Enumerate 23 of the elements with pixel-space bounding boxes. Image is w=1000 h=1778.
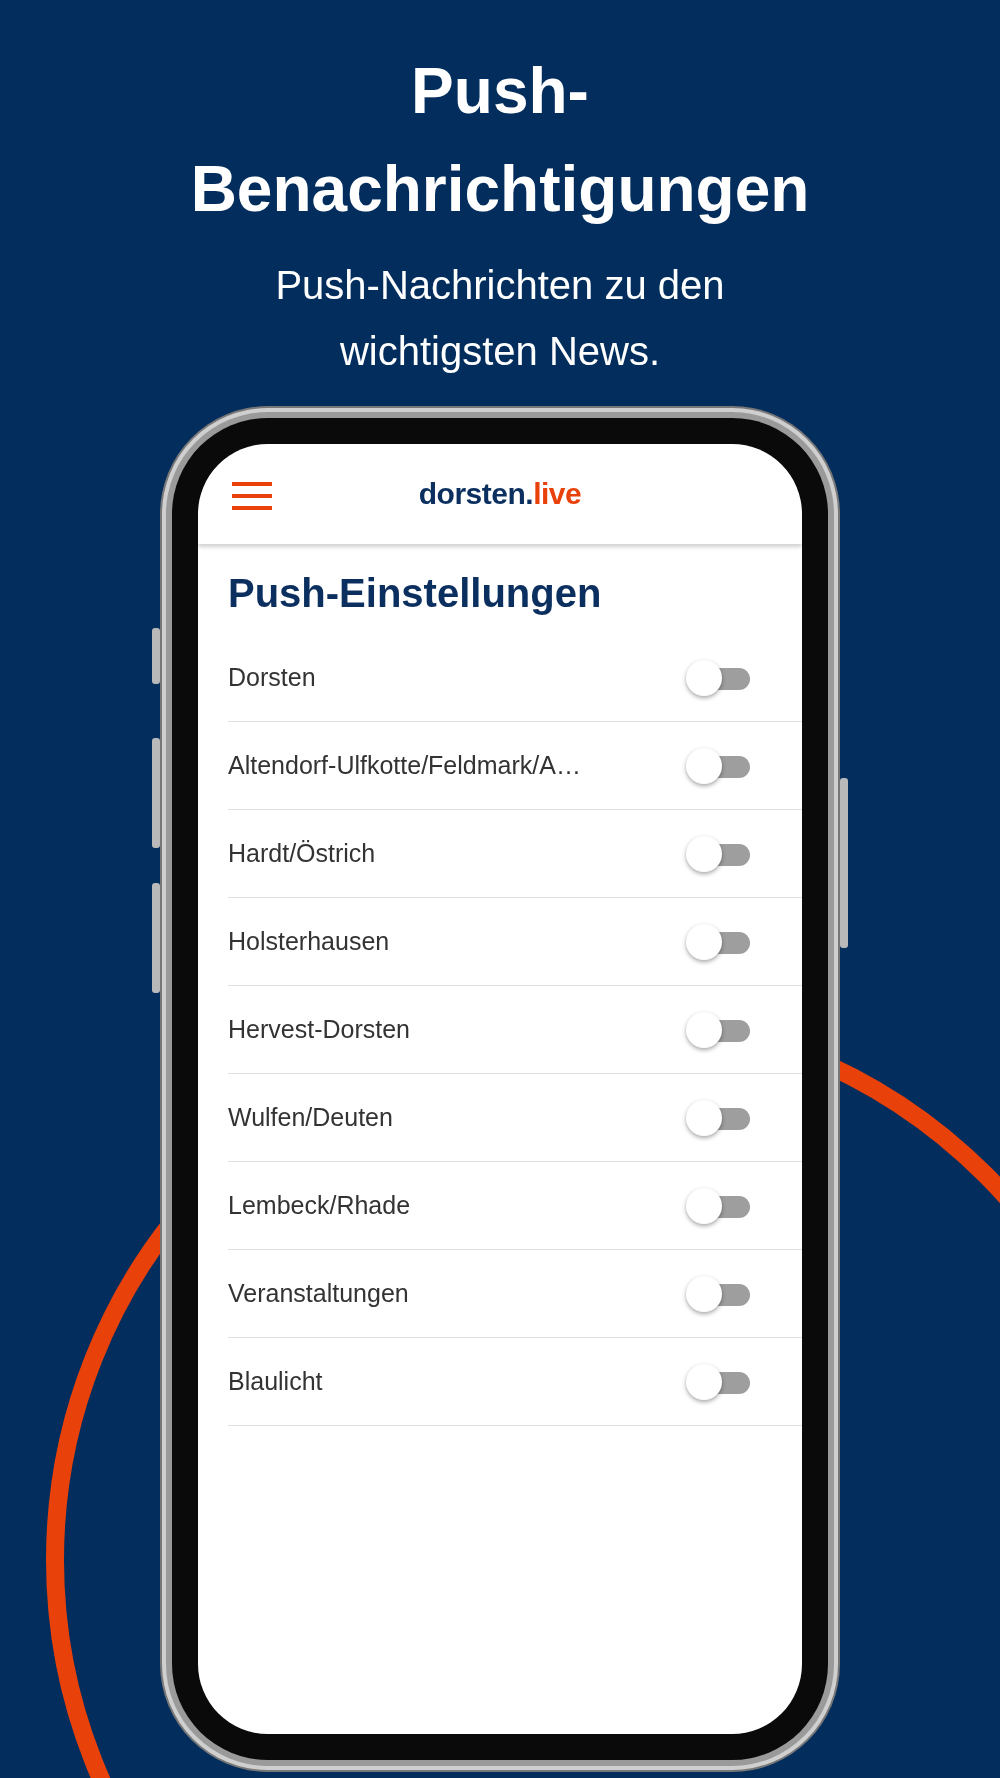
setting-label: Blaulicht [228, 1367, 323, 1396]
menu-icon[interactable] [232, 482, 272, 510]
setting-label: Holsterhausen [228, 927, 390, 956]
toggle-switch[interactable] [686, 747, 752, 784]
setting-label: Hervest-Dorsten [228, 1015, 410, 1044]
setting-label: Veranstaltungen [228, 1279, 409, 1308]
toggle-switch[interactable] [686, 1363, 752, 1400]
subline: Push-Nachrichten zu den wichtigsten News. [274, 262, 726, 375]
setting-label: Altendorf-Ulfkotte/Feldmark/A… [228, 751, 581, 780]
toggle-switch[interactable] [686, 1187, 752, 1224]
setting-label: Lembeck/Rhade [228, 1191, 411, 1220]
toggle-switch[interactable] [686, 835, 752, 872]
headline: Push-Benachrichtigungen [189, 54, 811, 227]
setting-label: Hardt/Östrich [228, 839, 376, 868]
setting-label: Wulfen/Deuten [228, 1103, 393, 1132]
toggle-switch[interactable] [686, 923, 752, 960]
page-heading: Push-Einstellungen [228, 570, 603, 617]
toggle-switch[interactable] [686, 659, 752, 696]
toggle-switch[interactable] [686, 1275, 752, 1312]
logo: dorsten.live [418, 477, 582, 511]
setting-label: Dorsten [228, 663, 316, 692]
toggle-switch[interactable] [686, 1099, 752, 1136]
toggle-switch[interactable] [686, 1011, 752, 1048]
